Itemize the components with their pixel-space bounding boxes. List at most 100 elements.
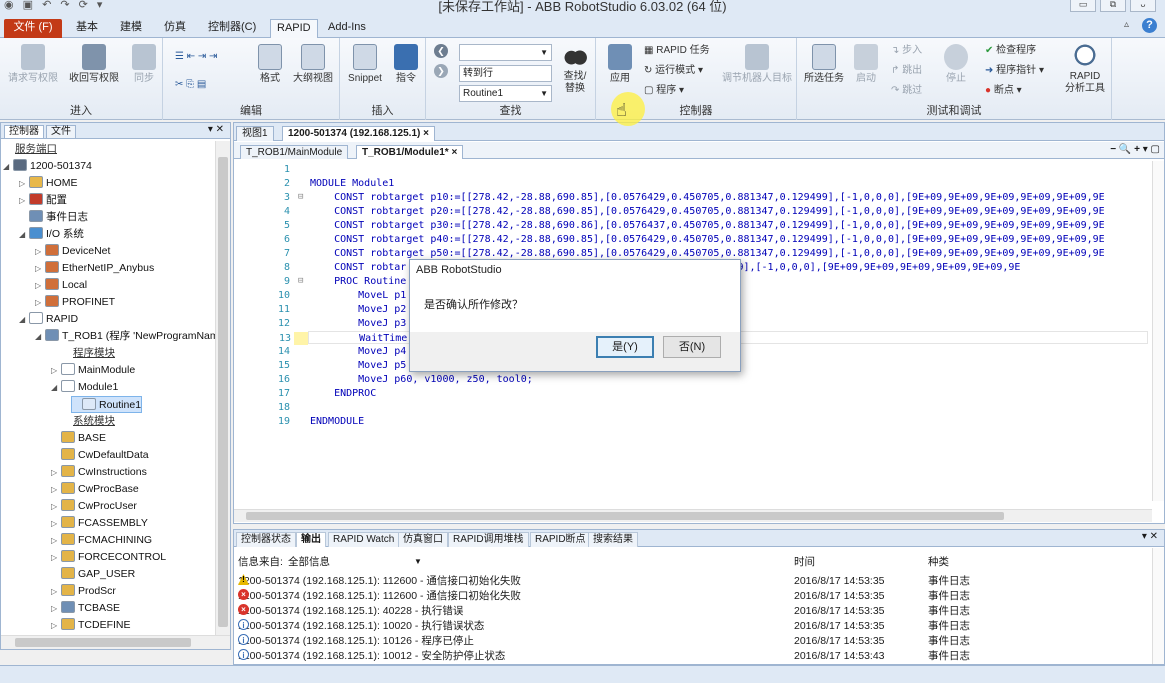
tree-event-log[interactable]: 事件日志 <box>19 209 88 226</box>
code-line[interactable]: 4 CONST robtarget p20:=[[278.42,-28.88,6… <box>234 205 1152 218</box>
code-line[interactable]: 19 ENDMODULE <box>234 415 1152 428</box>
expand-icon[interactable]: ◢ <box>19 226 29 243</box>
tree-mainmodule[interactable]: ▷ MainModule <box>51 362 135 379</box>
editor-scrollbar[interactable] <box>1152 161 1164 501</box>
tab-rapid[interactable]: RAPID <box>270 19 318 38</box>
tree-controller[interactable]: ◢ 1200-501374 <box>3 158 92 175</box>
tree-ethernetip[interactable]: ▷ EtherNetIP_Anybus <box>35 260 154 277</box>
editor-hscrollbar[interactable] <box>234 509 1152 522</box>
tab-simulation[interactable]: 仿真 <box>158 19 192 38</box>
collapse-ribbon-icon[interactable]: ▵ <box>1124 19 1129 30</box>
tree-hscrollbar[interactable] <box>1 635 230 649</box>
step-in-button[interactable]: ↴ 步入 <box>891 44 922 57</box>
tree-hscroll-thumb[interactable] <box>15 638 191 647</box>
indent-tools-icon[interactable]: ☰ ⇤ ⇥ ⇥ <box>175 50 217 63</box>
tab-basic[interactable]: 基本 <box>70 19 104 38</box>
expand-icon[interactable]: ▷ <box>19 175 29 192</box>
expand-icon[interactable]: ◢ <box>19 311 29 328</box>
tree-config[interactable]: ▷ 配置 <box>19 192 67 209</box>
code-line[interactable]: 3 ⊟ CONST robtarget p10:=[[278.42,-28.88,… <box>234 191 1152 204</box>
no-button[interactable]: 否(N) <box>663 336 721 358</box>
code-line[interactable]: 16 MoveJ p60, v1000, z50, tool0; <box>234 373 1152 386</box>
expand-icon[interactable]: ▷ <box>51 481 61 498</box>
log-row[interactable]: × 1200-501374 (192.168.125.1): 40228 - 执行… <box>234 604 1152 618</box>
tab-file[interactable]: 文件 (F) <box>4 19 62 38</box>
expand-icon[interactable]: ▷ <box>35 243 45 260</box>
tree-home[interactable]: ▷ HOME <box>19 175 78 192</box>
revoke-write-button[interactable]: 收回写权限 <box>64 44 124 85</box>
tab-search-results[interactable]: 搜索结果 <box>588 532 638 547</box>
fold-icon[interactable]: ⊟ <box>298 191 303 204</box>
stop-button[interactable]: 停止 <box>941 44 971 85</box>
tab-controller[interactable]: 控制器(C) <box>202 19 262 38</box>
search-combo[interactable]: ▼ <box>459 44 552 61</box>
tab-call-stack[interactable]: RAPID调用堆栈 <box>448 532 529 547</box>
tree-system-modules[interactable]: 系统模块 <box>63 413 115 430</box>
expand-icon[interactable]: ▷ <box>35 277 45 294</box>
tree-module1[interactable]: ◢ Module1 <box>51 379 118 396</box>
expand-icon[interactable]: ▷ <box>35 294 45 311</box>
tab-output[interactable]: 输出 <box>296 532 326 547</box>
goto-line-field[interactable]: 转到行 <box>459 65 552 82</box>
tab-module1[interactable]: T_ROB1/Module1* × <box>356 145 464 159</box>
check-program-button[interactable]: ✔ 检查程序 <box>985 44 1036 57</box>
back-arrow-icon[interactable]: ❮ <box>434 44 448 58</box>
tree-routine1[interactable]: Routine1 <box>71 396 143 413</box>
tree-profinet[interactable]: ▷ PROFINET <box>35 294 115 311</box>
snippet-button[interactable]: Snippet <box>344 44 386 85</box>
log-row[interactable]: i 1200-501374 (192.168.125.1): 10126 - 程序… <box>234 634 1152 648</box>
tab-files-panel[interactable]: 文件 <box>46 125 76 139</box>
tree-local[interactable]: ▷ Local <box>35 277 87 294</box>
close-module-tab-icon[interactable]: × <box>451 147 457 158</box>
tab-rapid-watch[interactable]: RAPID Watch <box>328 532 400 547</box>
output-scrollbar[interactable] <box>1152 548 1164 664</box>
code-line[interactable]: 2 MODULE Module1 <box>234 177 1152 190</box>
forward-arrow-icon[interactable]: ❯ <box>434 64 448 78</box>
routine-combo[interactable]: Routine1 ▼ <box>459 85 552 102</box>
code-line[interactable]: 17 ENDPROC <box>234 387 1152 400</box>
tree-cwprocbase[interactable]: ▷ CwProcBase <box>51 481 139 498</box>
program-button[interactable]: ▢ 程序 ▾ <box>644 84 684 97</box>
tree-tcbase[interactable]: ▷ TCBASE <box>51 600 120 617</box>
tree-tcdefine[interactable]: ▷ TCDEFINE <box>51 617 131 634</box>
type-column-header[interactable]: 种类 <box>928 555 949 569</box>
start-button[interactable]: 启动 <box>851 44 881 85</box>
help-icon[interactable]: ? <box>1142 18 1157 33</box>
tree-io[interactable]: ◢ I/O 系统 <box>19 226 84 243</box>
log-row[interactable]: ! 1200-501374 (192.168.125.1): 112600 - 通… <box>234 574 1152 588</box>
fold-icon[interactable]: ⊟ <box>298 275 303 288</box>
tab-controller-panel[interactable]: 控制器 <box>4 125 44 139</box>
expand-icon[interactable]: ◢ <box>3 158 13 175</box>
expand-icon[interactable]: ▷ <box>51 617 61 634</box>
step-over-button[interactable]: ↷ 跳过 <box>891 84 922 97</box>
find-replace-button[interactable]: 查找/替换 <box>558 42 592 95</box>
close-window-button[interactable]: ᴗ <box>1130 0 1156 12</box>
editor-hscroll-thumb[interactable] <box>246 512 1004 520</box>
tree-rapid[interactable]: ◢ RAPID <box>19 311 78 328</box>
log-row[interactable]: i 1200-501374 (192.168.125.1): 10020 - 执行… <box>234 619 1152 633</box>
expand-icon[interactable]: ▷ <box>51 362 61 379</box>
tab-breakpoints[interactable]: RAPID断点 <box>530 532 591 547</box>
program-pointer-button[interactable]: ➜ 程序指针 ▾ <box>985 64 1044 77</box>
panel-pin-close-icon[interactable]: ▾ ✕ <box>208 124 224 135</box>
selected-task-button[interactable]: 所选任务 <box>803 44 845 85</box>
format-button[interactable]: 格式 <box>255 44 285 85</box>
tree-fcmachining[interactable]: ▷ FCMACHINING <box>51 532 152 549</box>
time-column-header[interactable]: 时间 <box>794 555 815 569</box>
tab-controller-doc[interactable]: 1200-501374 (192.168.125.1) × <box>282 126 435 141</box>
tree-cwdefaultdata[interactable]: CwDefaultData <box>51 447 149 464</box>
tree-cwinstructions[interactable]: ▷ CwInstructions <box>51 464 147 481</box>
tree-prodscr[interactable]: ▷ ProdScr <box>51 583 116 600</box>
output-pin-close-icon[interactable]: ▾ ✕ <box>1142 531 1158 542</box>
expand-icon[interactable]: ▷ <box>51 549 61 566</box>
expand-icon[interactable]: ◢ <box>51 379 61 396</box>
tab-modeling[interactable]: 建模 <box>114 19 148 38</box>
restore-button[interactable]: ⧉ <box>1100 0 1126 12</box>
apply-button[interactable]: 应用 <box>604 44 636 85</box>
tab-sim-window[interactable]: 仿真窗口 <box>398 532 448 547</box>
tree-item[interactable]: 服务端口 <box>5 141 57 158</box>
expand-icon[interactable]: ▷ <box>35 260 45 277</box>
tree-program-modules[interactable]: 程序模块 <box>63 345 115 362</box>
tab-view1[interactable]: 视图1 <box>236 126 274 141</box>
log-row[interactable]: i 1200-501374 (192.168.125.1): 10012 - 安全… <box>234 649 1152 663</box>
